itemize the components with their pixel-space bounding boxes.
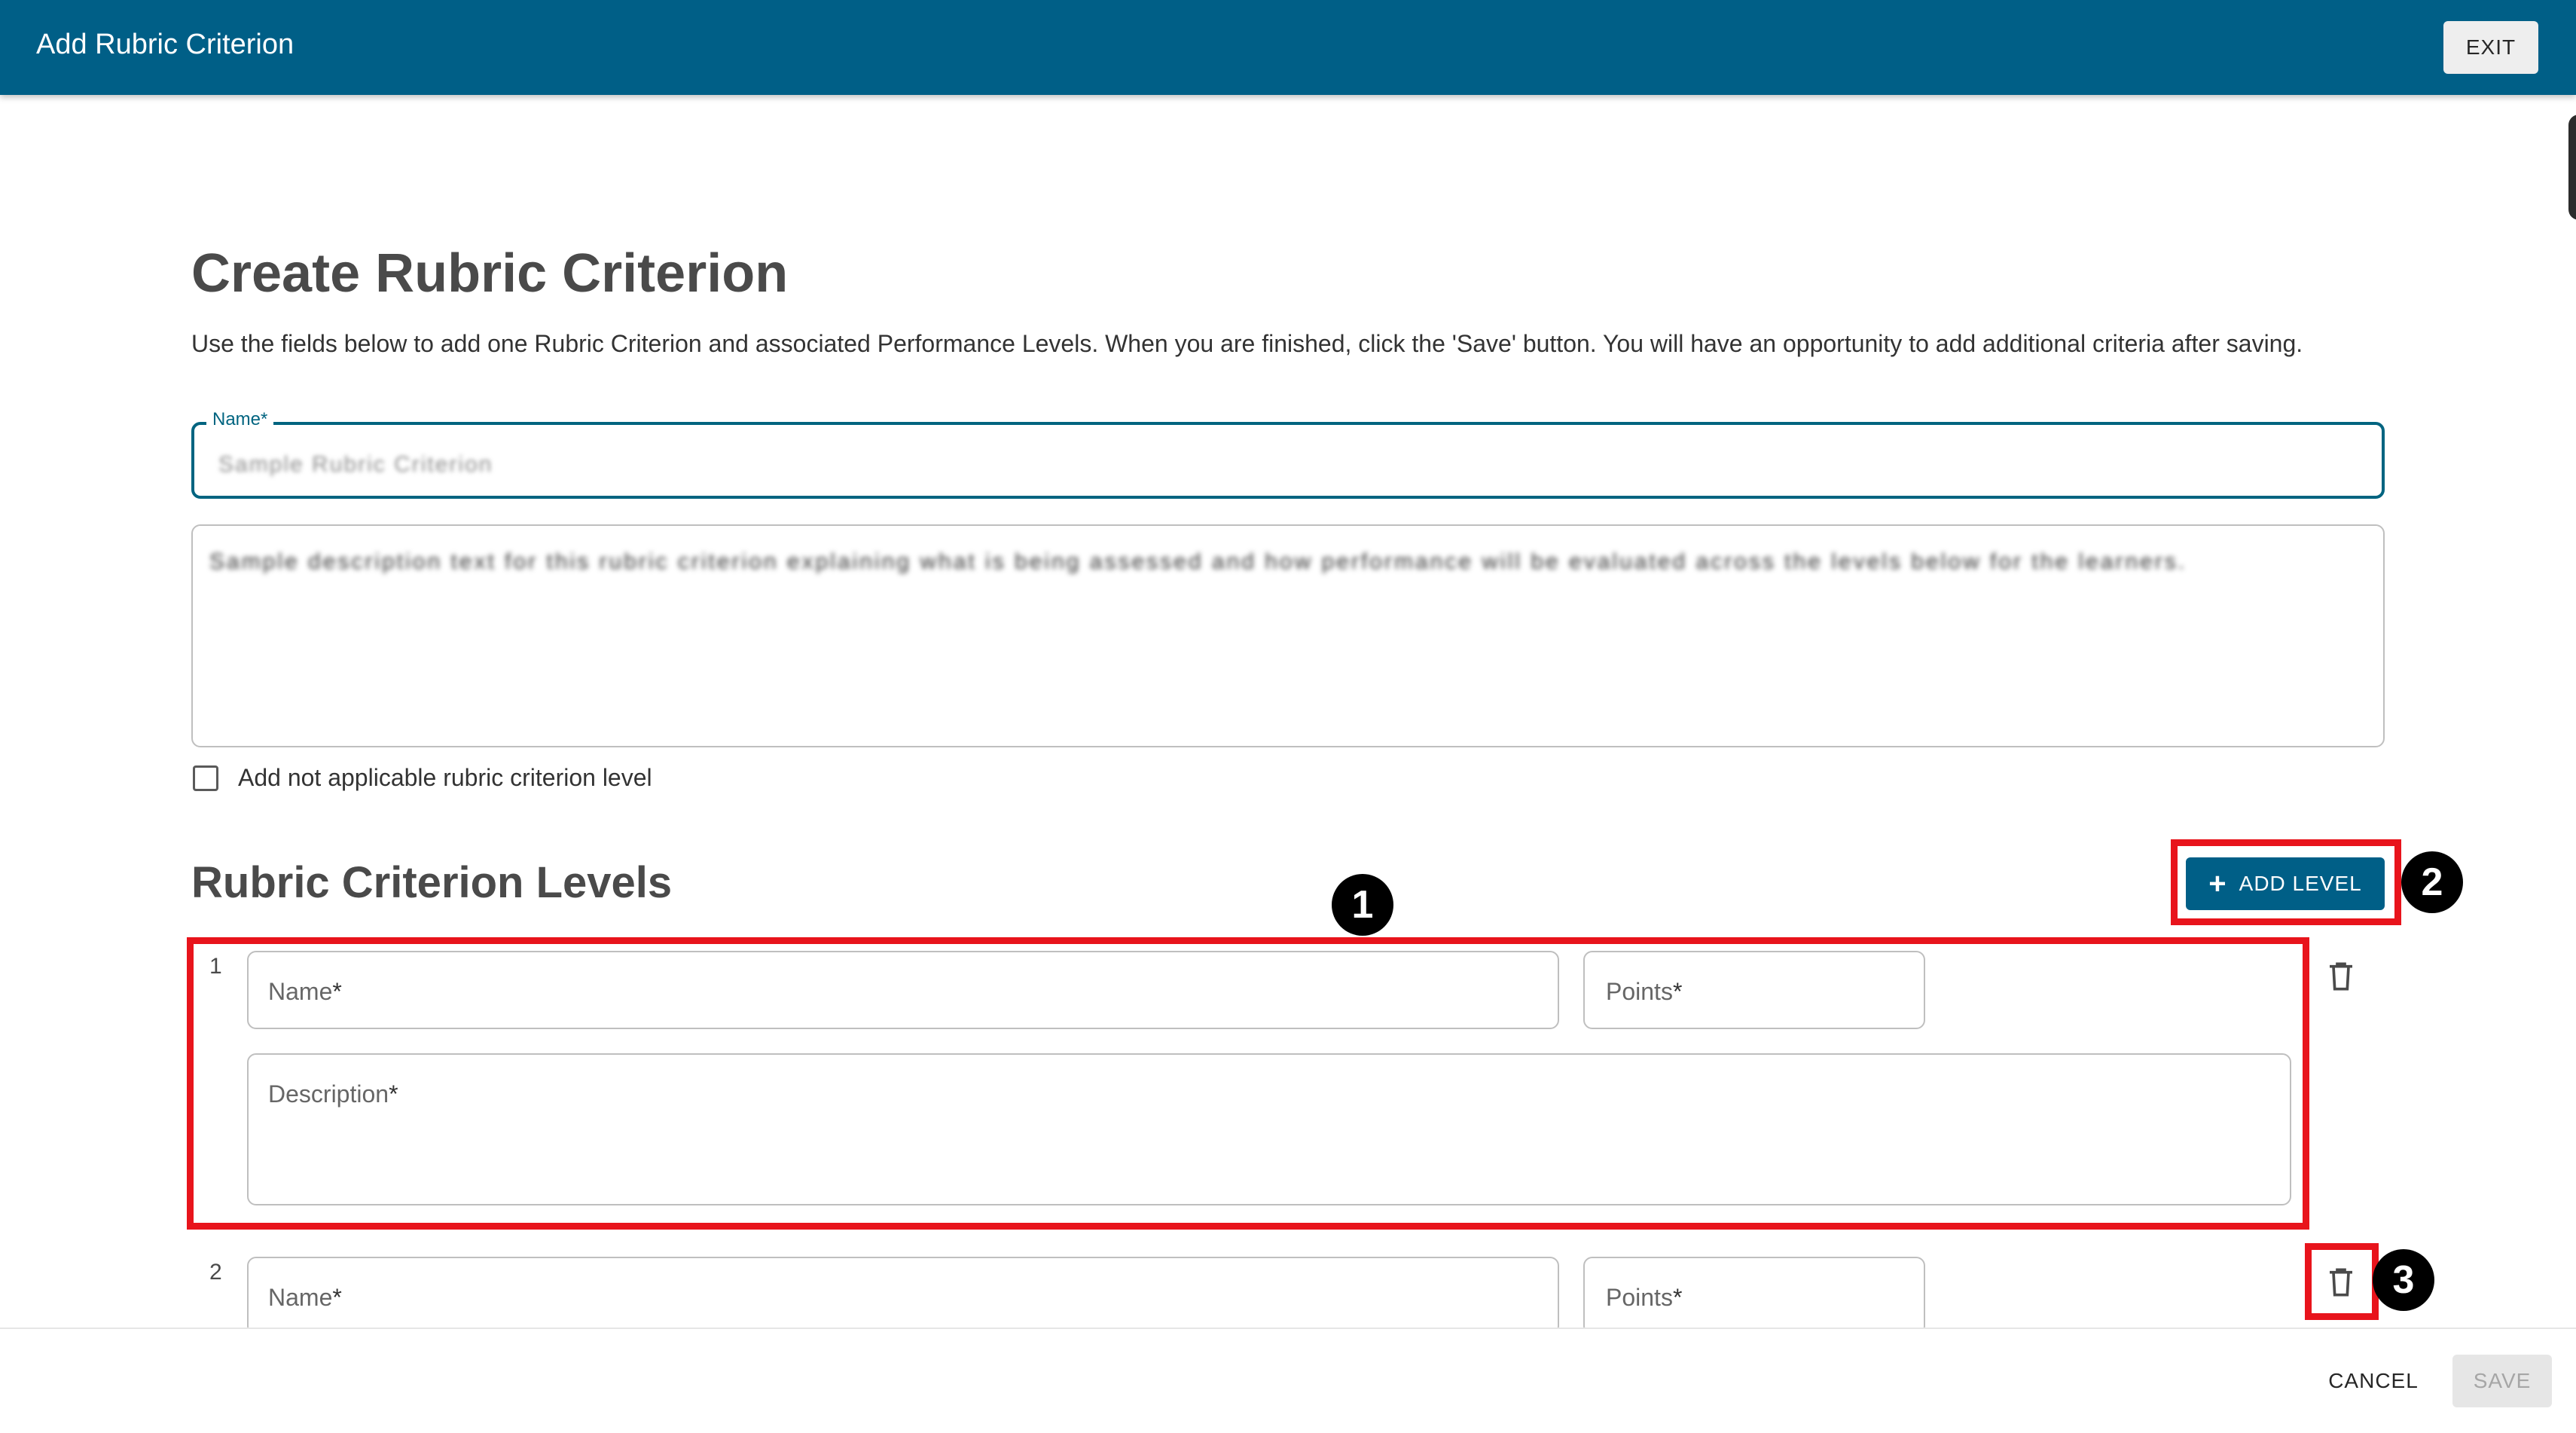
not-applicable-label: Add not applicable rubric criterion leve… [238, 764, 652, 791]
exit-button[interactable]: EXIT [2443, 21, 2538, 74]
level-2-name-label: Name* [268, 1284, 342, 1311]
level-2-name-input[interactable] [247, 1257, 1559, 1335]
criterion-name-input[interactable] [191, 422, 2385, 499]
action-footer [0, 1328, 2576, 1433]
app-bar-title: Add Rubric Criterion [36, 29, 295, 60]
annotation-highlight-delete [2305, 1243, 2379, 1320]
annotation-badge-1: 1 [1332, 874, 1393, 936]
page-title: Create Rubric Criterion [191, 243, 789, 304]
intro-text: Use the fields below to add one Rubric C… [191, 330, 2303, 357]
delete-level-1-icon[interactable] [2326, 960, 2356, 993]
level-number: 2 [209, 1260, 222, 1285]
side-panel-handle[interactable] [2568, 115, 2576, 220]
annotation-badge-3: 3 [2373, 1249, 2434, 1311]
cancel-button[interactable]: CANCEL [2318, 1355, 2428, 1407]
criterion-description-value: Sample description text for this rubric … [209, 549, 2187, 574]
annotation-badge-2: 2 [2401, 851, 2463, 913]
level-2-points-label: Points* [1606, 1284, 1683, 1311]
save-button[interactable]: SAVE [2452, 1355, 2552, 1407]
criterion-name-label: Name* [206, 409, 274, 430]
annotation-highlight-level-1 [187, 937, 2309, 1230]
app-bar: Add Rubric Criterion EXIT [0, 0, 2576, 95]
levels-section-title: Rubric Criterion Levels [191, 858, 673, 907]
not-applicable-checkbox[interactable] [193, 765, 218, 791]
annotation-highlight-add-level [2171, 839, 2401, 925]
criterion-name-value: Sample Rubric Criterion [218, 452, 493, 477]
